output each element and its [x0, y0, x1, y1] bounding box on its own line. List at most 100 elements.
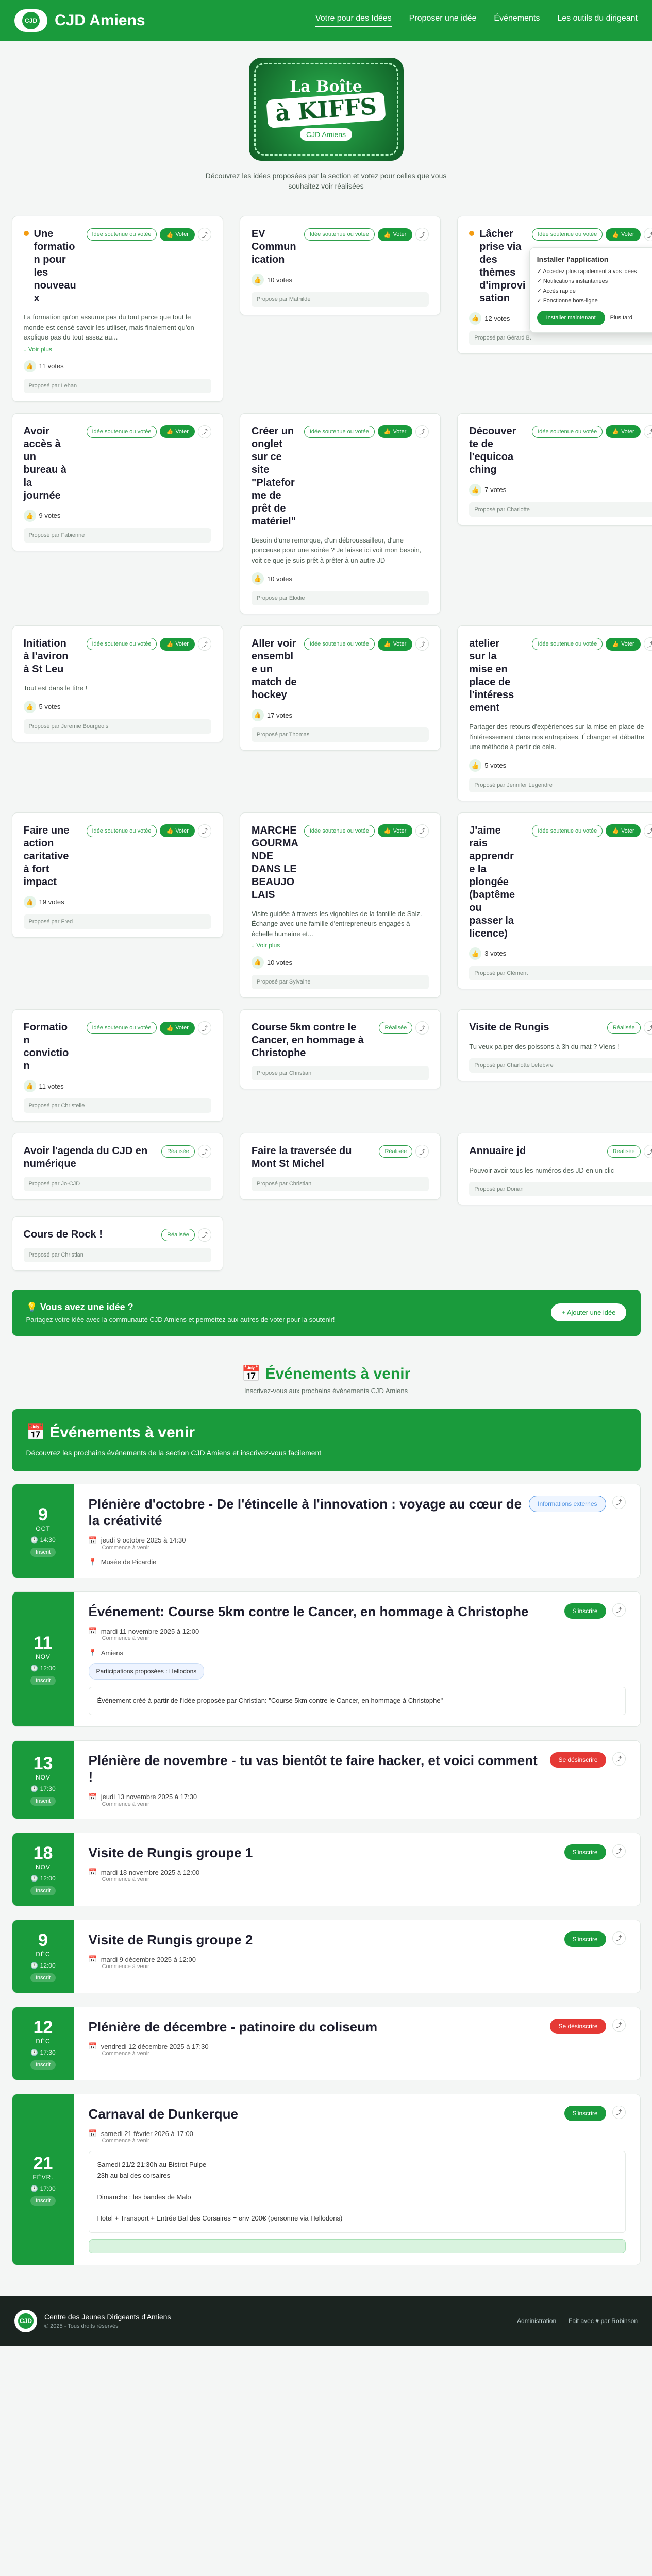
share-icon[interactable]: ⤴: [643, 824, 652, 838]
event-status-button[interactable]: S'inscrire: [564, 1931, 606, 1947]
idea-card[interactable]: Avoir accès à un bureau à la journée Idée…: [11, 413, 223, 551]
idea-card[interactable]: EV Communication Idée soutenue ou votée 👍 V…: [239, 216, 441, 316]
nav-events[interactable]: Événements: [494, 14, 540, 27]
event-status-button[interactable]: S'inscrire: [564, 1844, 606, 1860]
share-icon[interactable]: ⤴: [612, 1931, 626, 1945]
idea-actions: Idée soutenue ou votée 👍 Voter ⤴: [532, 637, 652, 651]
vote-button[interactable]: 👍 Voter: [160, 228, 195, 241]
share-icon[interactable]: ⤴: [197, 637, 211, 651]
vote-button[interactable]: 👍 Voter: [606, 637, 641, 651]
share-icon[interactable]: ⤴: [643, 1021, 652, 1035]
calendar-icon: 📅: [88, 1868, 97, 1876]
event-title: Plénière de novembre - tu vas bientôt te…: [88, 1752, 538, 1785]
add-idea-button[interactable]: + Ajouter une idée: [551, 1303, 626, 1322]
event-status-button[interactable]: Se désinscrire: [550, 2018, 606, 2034]
vote-button[interactable]: 👍 Voter: [160, 1021, 195, 1035]
realised-badge: Réalisée: [379, 1145, 413, 1158]
share-icon[interactable]: ⤴: [197, 228, 211, 242]
proposer: Proposé par Sylvaine: [251, 975, 429, 990]
share-icon[interactable]: ⤴: [197, 1021, 211, 1035]
idea-title: Initiation à l'aviron à St Leu: [23, 638, 69, 675]
event-title: Carnaval de Dunkerque: [88, 2106, 238, 2122]
idea-card[interactable]: Annuaire jd Réalisée ⤴ Pouvoir avoir tous l…: [457, 1133, 652, 1205]
share-icon[interactable]: ⤴: [612, 1603, 626, 1617]
idea-card-header: Course 5km contre le Cancer, en hommage …: [252, 1021, 429, 1060]
nav-ideas[interactable]: Votre pour des Idées: [315, 14, 392, 27]
idea-card[interactable]: Initiation à l'aviron à St Leu Idée soute…: [11, 625, 223, 742]
idea-card[interactable]: Cours de Rock ! Réalisée ⤴ Proposé par Chri…: [11, 1216, 223, 1271]
idea-card[interactable]: Course 5km contre le Cancer, en hommage …: [239, 1009, 441, 1090]
event-card: 21 FÉVR. 🕐 17:00 Inscrit Carnaval de Dunkerq…: [11, 2093, 641, 2266]
vote-count: 👍 11 votes: [23, 1080, 211, 1093]
idea-card[interactable]: Avoir l'agenda du CJD en numérique Réalis…: [11, 1133, 223, 1200]
registered-badge: Inscrit: [30, 2196, 56, 2206]
share-icon[interactable]: ⤴: [612, 1752, 626, 1766]
share-icon[interactable]: ⤴: [415, 1145, 429, 1159]
nav-tools[interactable]: Les outils du dirigeant: [557, 14, 638, 27]
vote-button[interactable]: 👍 Voter: [377, 637, 413, 651]
cjd-logo: CJD: [14, 9, 47, 32]
vote-button[interactable]: 👍 Voter: [606, 228, 641, 241]
calendar-icon: 📅: [88, 2042, 97, 2050]
share-icon[interactable]: ⤴: [643, 1145, 652, 1159]
idea-card[interactable]: Une formation pour les nouveaux Idée sout…: [11, 216, 223, 402]
idea-card[interactable]: Faire la traversée du Mont St Michel Réal…: [239, 1133, 441, 1200]
share-icon[interactable]: ⤴: [197, 1145, 211, 1159]
vote-button[interactable]: 👍 Voter: [377, 228, 413, 241]
footer-name: Centre des Jeunes Dirigeants d'Amiens: [44, 2313, 171, 2321]
idea-title: Avoir l'agenda du CJD en numérique: [23, 1145, 148, 1170]
vote-button[interactable]: 👍 Voter: [377, 425, 413, 438]
idea-card[interactable]: Découverte de l'equicoaching Idée soutenu…: [457, 413, 652, 526]
vote-count: 👍 5 votes: [23, 700, 211, 713]
nav-propose[interactable]: Proposer une idée: [409, 14, 477, 27]
idea-card[interactable]: Visite de Rungis Réalisée ⤴ Tu veux palper …: [457, 1009, 652, 1081]
idea-card[interactable]: atelier sur la mise en place de l'intére…: [457, 625, 652, 801]
vote-button[interactable]: 👍 Voter: [160, 637, 195, 651]
idea-card[interactable]: J'aime rais apprendre la plongée (baptêm…: [457, 812, 652, 989]
support-badge: Idée soutenue ou votée: [304, 228, 375, 241]
share-icon[interactable]: ⤴: [612, 2105, 626, 2119]
share-icon[interactable]: ⤴: [643, 637, 652, 651]
share-icon[interactable]: ⤴: [612, 1495, 626, 1509]
event-status-button[interactable]: S'inscrire: [564, 1603, 606, 1619]
event-status-button[interactable]: S'inscrire: [564, 2105, 606, 2121]
share-icon[interactable]: ⤴: [197, 824, 211, 838]
vote-button[interactable]: 👍 Voter: [377, 824, 413, 838]
install-later-button[interactable]: Plus tard: [610, 315, 632, 321]
vote-button[interactable]: 👍 Voter: [160, 824, 195, 838]
share-icon[interactable]: ⤴: [415, 1021, 429, 1035]
share-icon[interactable]: ⤴: [415, 228, 429, 242]
share-icon[interactable]: ⤴: [415, 824, 429, 838]
event-status-button[interactable]: Informations externes: [529, 1495, 606, 1512]
brand[interactable]: CJD CJD Amiens: [14, 9, 145, 32]
idea-card[interactable]: Lâcher prise via des thèmes d'improvisat…: [457, 216, 652, 354]
share-icon[interactable]: ⤴: [612, 2018, 626, 2032]
idea-card[interactable]: Faire une action caritative à fort impac…: [11, 812, 223, 938]
vote-button[interactable]: 👍 Voter: [160, 425, 195, 438]
proposer: Proposé par Jennifer Legendre: [469, 777, 652, 792]
idea-card[interactable]: MARCHE GOURMANDE DANS LE BEAUJOLAIS Idée …: [239, 812, 441, 998]
footer-admin-link[interactable]: Administration: [517, 2317, 556, 2325]
idea-title: Annuaire jd: [469, 1145, 526, 1157]
idea-card[interactable]: Formation conviction Idée soutenue ou vot…: [11, 1009, 223, 1122]
thumb-icon: 👍: [23, 360, 36, 372]
vote-button[interactable]: 👍 Voter: [606, 425, 641, 438]
event-status-button[interactable]: Se désinscrire: [550, 1752, 606, 1768]
install-now-button[interactable]: Installer maintenant: [537, 311, 605, 326]
share-icon[interactable]: ⤴: [415, 637, 429, 651]
share-icon[interactable]: ⤴: [197, 425, 211, 438]
idea-actions: Idée soutenue ou votée 👍 Voter ⤴: [86, 228, 211, 242]
events-box-title: 📅 Événements à venir: [26, 1423, 195, 1441]
share-icon[interactable]: ⤴: [415, 425, 429, 438]
realised-badge: Réalisée: [607, 1022, 641, 1035]
see-more-link[interactable]: ↓ Voir plus: [252, 942, 429, 949]
see-more-link[interactable]: ↓ Voir plus: [24, 346, 211, 353]
idea-card[interactable]: Aller voir ensemble un match de hockey Id…: [239, 625, 441, 751]
vote-button[interactable]: 👍 Voter: [606, 824, 641, 838]
share-icon[interactable]: ⤴: [197, 1228, 211, 1242]
share-icon[interactable]: ⤴: [643, 425, 652, 438]
idea-card[interactable]: Créer un onglet sur ce site "Plateforme …: [239, 413, 441, 615]
share-icon[interactable]: ⤴: [612, 1844, 626, 1858]
idea-card-header: Formation conviction Idée soutenue ou vot…: [24, 1021, 211, 1073]
share-icon[interactable]: ⤴: [643, 228, 652, 242]
